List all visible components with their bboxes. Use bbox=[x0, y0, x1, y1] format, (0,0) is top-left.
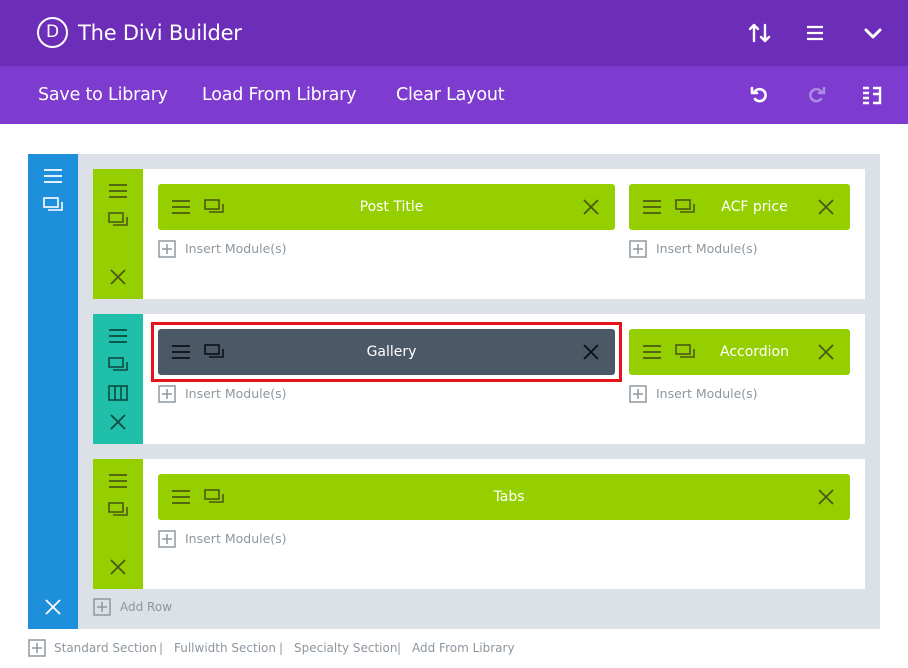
module-accordion[interactable]: Accordion bbox=[629, 329, 850, 375]
plus-icon bbox=[629, 240, 647, 258]
columns-icon[interactable] bbox=[107, 384, 129, 402]
row-delete-icon[interactable] bbox=[108, 412, 128, 432]
module-delete-icon[interactable] bbox=[816, 342, 836, 362]
module-settings-icon[interactable] bbox=[674, 342, 695, 362]
module-label: Accordion bbox=[719, 344, 789, 360]
row-1: Post Title Insert Module(s) ACF price In… bbox=[93, 169, 865, 299]
module-move-icon[interactable] bbox=[642, 197, 662, 217]
module-delete-icon[interactable] bbox=[816, 487, 836, 507]
row-settings-icon[interactable] bbox=[107, 501, 129, 519]
portability-icon[interactable] bbox=[860, 83, 884, 107]
module-delete-icon[interactable] bbox=[581, 197, 601, 217]
module-label: ACF price bbox=[721, 199, 788, 215]
row-handle[interactable] bbox=[93, 459, 143, 589]
module-label: Tabs bbox=[493, 489, 525, 505]
module-label: Gallery bbox=[366, 344, 417, 360]
module-gallery[interactable]: Gallery bbox=[158, 329, 615, 375]
section-delete-icon[interactable] bbox=[43, 597, 63, 617]
plus-icon bbox=[158, 530, 176, 548]
separator: | bbox=[279, 641, 284, 655]
module-move-icon[interactable] bbox=[171, 342, 191, 362]
module-delete-icon[interactable] bbox=[816, 197, 836, 217]
load-from-library-button[interactable]: Load From Library bbox=[202, 83, 356, 107]
clear-layout-button[interactable]: Clear Layout bbox=[396, 83, 505, 107]
section-move-icon[interactable] bbox=[42, 166, 64, 186]
save-to-library-button[interactable]: Save to Library bbox=[38, 83, 168, 107]
row-settings-icon[interactable] bbox=[107, 356, 129, 374]
fullwidth-section-link[interactable]: Fullwidth Section bbox=[174, 637, 276, 659]
module-delete-icon[interactable] bbox=[581, 342, 601, 362]
redo-icon[interactable] bbox=[804, 83, 828, 107]
module-move-icon[interactable] bbox=[642, 342, 662, 362]
module-move-icon[interactable] bbox=[171, 487, 191, 507]
module-post-title[interactable]: Post Title bbox=[158, 184, 615, 230]
plus-icon bbox=[158, 385, 176, 403]
plus-icon bbox=[93, 598, 111, 616]
plus-icon bbox=[629, 385, 647, 403]
app-title: The Divi Builder bbox=[78, 21, 242, 45]
plus-icon bbox=[28, 639, 46, 657]
standard-section-link[interactable]: Standard Section bbox=[54, 637, 157, 659]
row-settings-icon[interactable] bbox=[107, 211, 129, 229]
module-label: Post Title bbox=[359, 199, 424, 215]
module-move-icon[interactable] bbox=[171, 197, 191, 217]
row-delete-icon[interactable] bbox=[108, 267, 128, 287]
row-handle[interactable] bbox=[93, 314, 143, 444]
separator: | bbox=[159, 641, 164, 655]
builder-header: D The Divi Builder bbox=[0, 0, 908, 66]
builder-toolbar: Save to Library Load From Library Clear … bbox=[0, 66, 908, 124]
row-2: Gallery Insert Module(s) Accordion Inser… bbox=[93, 314, 865, 444]
plus-icon bbox=[158, 240, 176, 258]
row-move-icon[interactable] bbox=[107, 181, 129, 201]
add-from-library-link[interactable]: Add From Library bbox=[412, 637, 515, 659]
undo-icon[interactable] bbox=[748, 83, 772, 107]
divi-logo: D bbox=[37, 17, 68, 48]
module-acf-price[interactable]: ACF price bbox=[629, 184, 850, 230]
row-3: Tabs Insert Module(s) bbox=[93, 459, 865, 589]
section-handle[interactable] bbox=[28, 154, 78, 629]
arrows-up-down-icon[interactable] bbox=[747, 20, 773, 46]
specialty-section-link[interactable]: Specialty Section bbox=[294, 637, 397, 659]
row-move-icon[interactable] bbox=[107, 326, 129, 346]
hamburger-menu-icon[interactable] bbox=[802, 20, 828, 46]
row-handle[interactable] bbox=[93, 169, 143, 299]
separator: | bbox=[397, 641, 402, 655]
module-tabs[interactable]: Tabs bbox=[158, 474, 850, 520]
chevron-down-icon[interactable] bbox=[860, 20, 886, 46]
section-settings-icon[interactable] bbox=[42, 196, 64, 214]
module-settings-icon[interactable] bbox=[674, 197, 695, 217]
row-delete-icon[interactable] bbox=[108, 557, 128, 577]
row-move-icon[interactable] bbox=[107, 471, 129, 491]
